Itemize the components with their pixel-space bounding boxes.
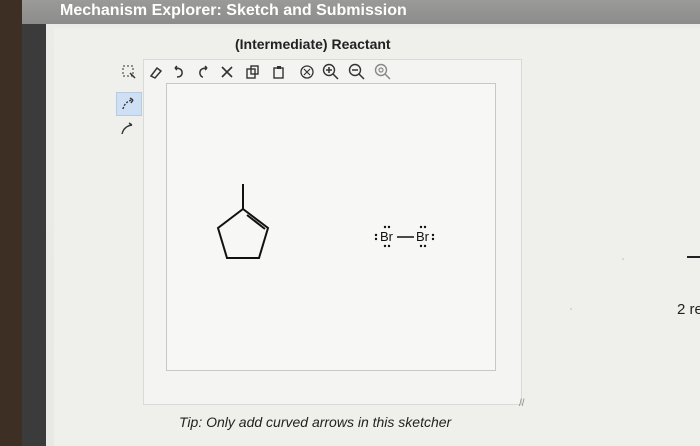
cyclopentene-ring <box>216 207 270 259</box>
resize-handle-icon[interactable]: // <box>519 398 525 409</box>
device-bezel <box>0 0 22 446</box>
zoom-in-icon[interactable] <box>322 61 340 83</box>
eraser-icon[interactable] <box>146 61 164 83</box>
br-right-atom: Br <box>416 229 430 244</box>
clean-icon[interactable] <box>298 61 316 83</box>
right-dash <box>687 256 700 258</box>
bromine-molecule: Br Br <box>374 225 435 248</box>
left-strip <box>22 24 46 446</box>
sketcher-toolbar <box>120 61 440 85</box>
select-icon[interactable] <box>120 61 138 83</box>
sketch-canvas[interactable]: Br Br <box>166 83 496 371</box>
copy-icon[interactable] <box>244 61 262 83</box>
redo-icon[interactable] <box>194 61 212 83</box>
curved-arrow-full-icon[interactable] <box>116 92 142 116</box>
cut-icon[interactable] <box>218 61 236 83</box>
zoom-fit-icon[interactable] <box>374 61 392 83</box>
double-bond <box>246 214 266 230</box>
screen: Mechanism Explorer: Sketch and Submissio… <box>22 0 700 446</box>
molecule-drawing: Br Br <box>216 184 435 259</box>
panel-subtitle: (Intermediate) Reactant <box>235 36 391 52</box>
br-left-atom: Br <box>380 229 394 244</box>
screen-speck <box>622 258 624 260</box>
undo-icon[interactable] <box>170 61 188 83</box>
title-bar: Mechanism Explorer: Sketch and Submissio… <box>22 0 700 24</box>
window-title: Mechanism Explorer: Sketch and Submissio… <box>60 2 407 19</box>
methylcyclopentene-structure <box>216 184 270 259</box>
zoom-out-icon[interactable] <box>348 61 366 83</box>
screen-speck <box>570 308 572 310</box>
arrow-tools <box>116 88 144 158</box>
right-partial-label: 2 re <box>677 301 700 318</box>
curved-arrow-half-icon[interactable] <box>116 118 140 140</box>
sketcher-tip: Tip: Only add curved arrows in this sket… <box>179 414 452 430</box>
paste-icon[interactable] <box>270 61 288 83</box>
